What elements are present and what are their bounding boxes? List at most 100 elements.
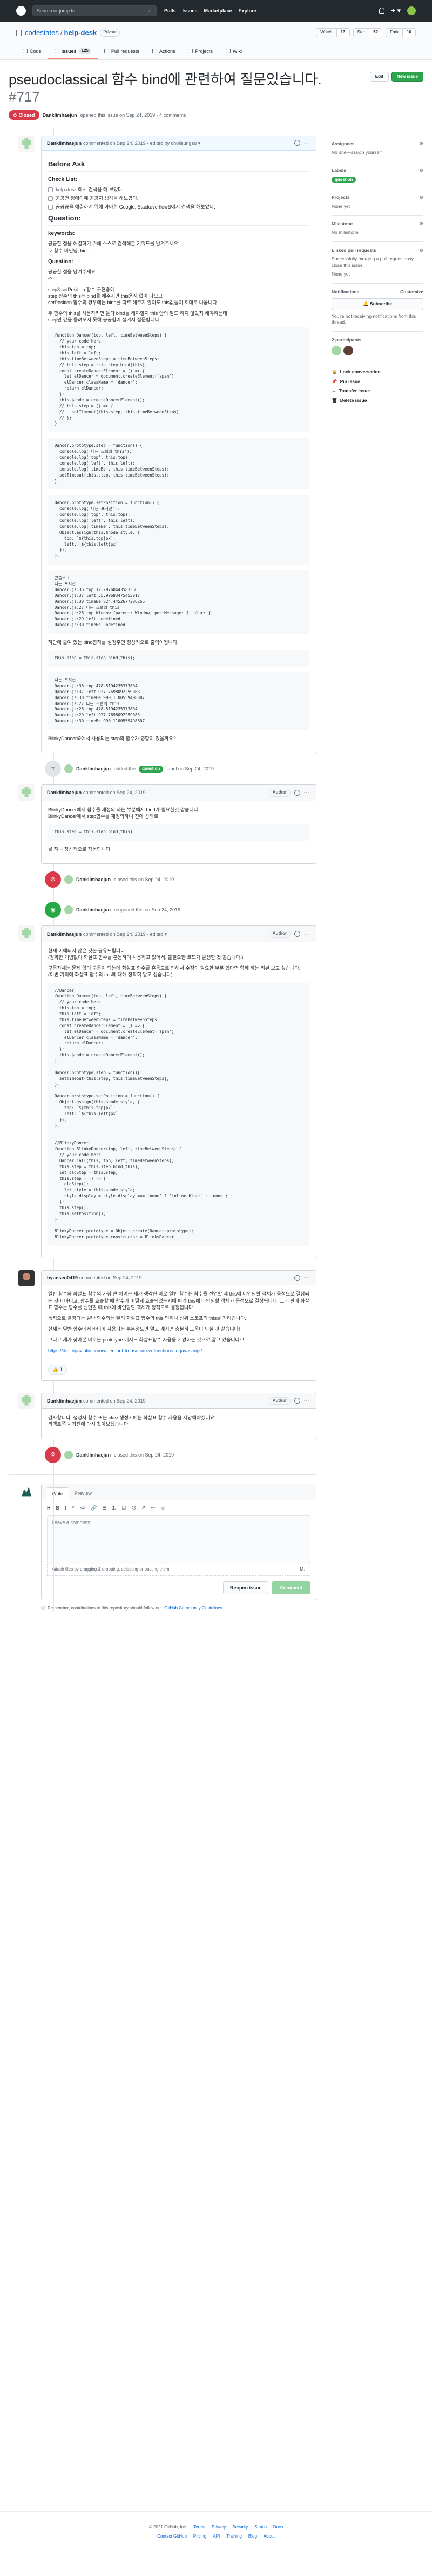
- avatar[interactable]: [18, 1270, 35, 1287]
- reference-link[interactable]: https://dmitripavlutin.com/when-not-to-u…: [48, 1348, 202, 1353]
- footer-link[interactable]: Contact GitHub: [157, 2534, 187, 2540]
- sidebar-value[interactable]: No one—assign yourself: [332, 150, 423, 156]
- kebab-icon[interactable]: ···: [304, 1274, 310, 1281]
- kebab-icon[interactable]: ···: [304, 789, 310, 796]
- tab-issues[interactable]: Issues 125: [48, 44, 98, 59]
- bullet-list-icon[interactable]: ☰: [103, 1505, 107, 1511]
- bold-icon[interactable]: B: [56, 1505, 60, 1511]
- reply-icon[interactable]: ↩: [151, 1505, 156, 1511]
- footer-link[interactable]: Training: [226, 2534, 242, 2540]
- comment-author[interactable]: Danklimhaejun: [47, 931, 82, 937]
- user-avatar[interactable]: [407, 6, 416, 15]
- task-list-icon[interactable]: ☑: [122, 1505, 126, 1511]
- mention-icon[interactable]: @: [131, 1505, 136, 1511]
- gear-icon[interactable]: ⚙: [419, 247, 423, 253]
- smiley-icon[interactable]: [294, 931, 300, 937]
- gear-icon[interactable]: ⚙: [419, 194, 423, 200]
- tab-code[interactable]: Code: [16, 44, 48, 59]
- footer-link[interactable]: Pricing: [193, 2534, 206, 2540]
- footer-link[interactable]: Security: [232, 2525, 248, 2531]
- event-author[interactable]: Danklimhaejun: [76, 907, 111, 913]
- lock-conversation[interactable]: 🔒 Lock conversation: [332, 369, 423, 375]
- comment-author[interactable]: Danklimhaejun: [47, 140, 82, 146]
- fork-count[interactable]: 10: [402, 29, 415, 37]
- pin-issue[interactable]: 📌 Pin issue: [332, 379, 423, 385]
- italic-icon[interactable]: I: [65, 1505, 66, 1511]
- star-count[interactable]: 52: [369, 29, 382, 37]
- gear-icon[interactable]: ⚙: [419, 167, 423, 173]
- avatar[interactable]: [64, 905, 73, 915]
- sidebar-heading[interactable]: Labels ⚙: [332, 167, 423, 173]
- gear-icon[interactable]: ⚙: [419, 221, 423, 227]
- tab-preview[interactable]: Preview: [69, 1487, 97, 1500]
- avatar[interactable]: [343, 346, 353, 356]
- smiley-icon[interactable]: [294, 1398, 300, 1404]
- tab-write[interactable]: Write: [46, 1487, 69, 1500]
- sidebar-heading[interactable]: Projects ⚙: [332, 194, 423, 200]
- github-logo-icon[interactable]: [16, 6, 26, 16]
- attach-files-area[interactable]: Attach files by dragging & dropping, sel…: [47, 1564, 310, 1576]
- code-icon[interactable]: <>: [80, 1505, 86, 1511]
- heading-icon[interactable]: H: [47, 1505, 51, 1511]
- nav-issues[interactable]: Issues: [183, 8, 198, 14]
- bell-icon[interactable]: [379, 8, 385, 14]
- event-author[interactable]: Danklimhaejun: [76, 1452, 111, 1458]
- nav-pulls[interactable]: Pulls: [164, 8, 176, 14]
- customize-link[interactable]: Customize: [400, 289, 423, 295]
- avatar[interactable]: [64, 1450, 73, 1459]
- kebab-icon[interactable]: ···: [304, 1398, 310, 1404]
- footer-link[interactable]: Blog: [248, 2534, 257, 2540]
- footer-link[interactable]: API: [213, 2534, 220, 2540]
- comment-author[interactable]: Danklimhaejun: [47, 789, 82, 796]
- link-icon[interactable]: 🔗: [91, 1505, 97, 1511]
- star-button[interactable]: Star 52: [353, 28, 383, 38]
- avatar[interactable]: [18, 784, 35, 801]
- plus-icon[interactable]: + ▾: [391, 6, 401, 16]
- sidebar-heading[interactable]: Milestone ⚙: [332, 221, 423, 227]
- smiley-icon[interactable]: [294, 140, 300, 146]
- fork-button[interactable]: Fork 10: [386, 28, 416, 38]
- tab-pull-requests[interactable]: Pull requests: [98, 44, 146, 59]
- smiley-icon[interactable]: [294, 790, 300, 796]
- footer-link[interactable]: Terms: [193, 2525, 205, 2531]
- nav-marketplace[interactable]: Marketplace: [204, 8, 232, 14]
- edit-title-button[interactable]: Edit: [369, 71, 389, 82]
- label-question[interactable]: question: [139, 765, 164, 773]
- label-question[interactable]: question: [332, 177, 356, 183]
- emoji-icon[interactable]: ☺: [160, 1505, 165, 1511]
- event-author[interactable]: Danklimhaejun: [76, 766, 111, 772]
- avatar[interactable]: [18, 1392, 35, 1409]
- comment-author[interactable]: hyunseo0419: [47, 1274, 78, 1281]
- quote-icon[interactable]: ❝: [72, 1505, 75, 1511]
- watch-button[interactable]: Watch 13: [316, 28, 350, 38]
- footer-link[interactable]: Status: [254, 2525, 267, 2531]
- avatar[interactable]: [64, 875, 73, 884]
- transfer-issue[interactable]: → Transfer issue: [332, 388, 423, 394]
- avatar[interactable]: [18, 925, 35, 942]
- sidebar-heading[interactable]: Assignees ⚙: [332, 141, 423, 147]
- footer-link[interactable]: Privacy: [212, 2525, 226, 2531]
- comment-edited[interactable]: edited by choilsungsu ▾: [150, 140, 201, 146]
- comment-textarea[interactable]: Leave a comment: [47, 1515, 310, 1564]
- repo-owner-link[interactable]: codestates: [25, 28, 59, 38]
- cross-reference-icon[interactable]: ↗: [141, 1505, 146, 1511]
- smiley-icon[interactable]: [294, 1274, 300, 1281]
- subscribe-button[interactable]: 🔔 Subscribe: [332, 298, 423, 310]
- comment-author[interactable]: Danklimhaejun: [47, 1398, 82, 1404]
- repo-name-link[interactable]: help-desk: [64, 28, 97, 38]
- kebab-icon[interactable]: ···: [304, 931, 310, 937]
- watch-count[interactable]: 13: [336, 29, 349, 37]
- issue-author[interactable]: Danklimhaejun: [43, 112, 77, 118]
- delete-issue[interactable]: 🗑 Delete issue: [332, 398, 423, 404]
- tab-projects[interactable]: Projects: [181, 44, 219, 59]
- event-author[interactable]: Danklimhaejun: [76, 876, 111, 883]
- numbered-list-icon[interactable]: 1.: [112, 1505, 117, 1511]
- gear-icon[interactable]: ⚙: [419, 141, 423, 147]
- footer-link[interactable]: About: [264, 2534, 275, 2540]
- search-input[interactable]: Search or jump to... /: [32, 5, 157, 16]
- avatar[interactable]: [64, 764, 73, 774]
- tab-actions[interactable]: Actions: [146, 44, 182, 59]
- thumbs-up-reaction[interactable]: 👍 1: [48, 1365, 67, 1375]
- tab-wiki[interactable]: Wiki: [219, 44, 248, 59]
- reopen-issue-button[interactable]: Reopen issue: [222, 1581, 269, 1594]
